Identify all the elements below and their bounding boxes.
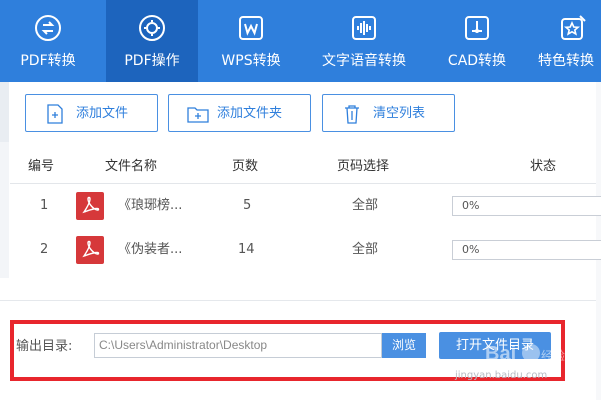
nav-item-pdf-operation[interactable]: PDF操作 [106, 0, 198, 82]
nav-item-special-convert[interactable]: 特色转换 [530, 0, 601, 82]
nav-label-pdf-convert: PDF转换 [20, 53, 76, 69]
nav-label-pdf-operation: PDF操作 [124, 53, 180, 69]
browse-button[interactable]: 浏览 [382, 333, 426, 358]
row-file-name: 《伪装者... [118, 242, 183, 257]
file-table-header: 编号 文件名称 页数 页码选择 状态 [10, 152, 596, 184]
row-index: 1 [40, 198, 49, 213]
pdf-convert-icon [33, 13, 63, 43]
add-folder-icon [187, 104, 209, 124]
nav-item-text-voice[interactable]: 文字语音转换 [305, 0, 423, 82]
row-file-name: 《琅琊榜... [118, 198, 183, 213]
open-folder-button[interactable]: 打开文件目录 [439, 332, 551, 359]
pdf-file-icon [76, 192, 104, 220]
add-folder-label: 添加文件夹 [217, 106, 283, 121]
nav-label-wps-convert: WPS转换 [221, 53, 281, 69]
row-pages: 14 [238, 242, 255, 257]
output-dir-input[interactable]: C:\Users\Administrator\Desktop [94, 333, 382, 358]
add-file-icon [46, 104, 64, 124]
table-row[interactable]: 1 《琅琊榜... 5 全部 0% [10, 184, 601, 228]
row-pages: 5 [243, 198, 252, 213]
col-header-name: 文件名称 [105, 159, 158, 174]
cad-icon [462, 13, 492, 43]
section-divider [0, 300, 596, 301]
row-progress-bar: 0% [452, 240, 601, 260]
top-nav-bar: PDF转换 PDF操作 WPS转换 文字语音转换 CAD转换 特色转换 [0, 0, 601, 82]
add-file-button[interactable]: 添加文件 [25, 94, 158, 132]
row-page-select[interactable]: 全部 [352, 197, 378, 215]
left-panel-edge-shade [0, 82, 9, 142]
row-progress-bar: 0% [452, 196, 601, 216]
clear-list-button[interactable]: 清空列表 [322, 94, 455, 132]
trash-icon [343, 104, 361, 124]
nav-item-cad-convert[interactable]: CAD转换 [432, 0, 522, 82]
pdf-file-icon [76, 236, 104, 264]
row-index: 2 [40, 242, 49, 257]
col-header-page-select: 页码选择 [337, 159, 390, 174]
col-header-index: 编号 [28, 159, 55, 174]
nav-label-special-convert: 特色转换 [538, 53, 594, 69]
clear-list-label: 清空列表 [373, 106, 426, 121]
add-file-label: 添加文件 [76, 106, 129, 121]
row-page-select[interactable]: 全部 [352, 241, 378, 259]
nav-item-pdf-convert[interactable]: PDF转换 [0, 0, 96, 82]
nav-item-wps-convert[interactable]: WPS转换 [205, 0, 297, 82]
pdf-operation-icon [137, 13, 167, 43]
wps-icon [236, 13, 266, 43]
add-folder-button[interactable]: 添加文件夹 [168, 94, 311, 132]
app-window: PDF转换 PDF操作 WPS转换 文字语音转换 CAD转换 特色转换 添加文件… [0, 0, 601, 400]
star-doc-icon [558, 13, 588, 43]
nav-label-text-voice: 文字语音转换 [322, 53, 406, 69]
nav-label-cad-convert: CAD转换 [447, 53, 507, 69]
voice-wave-icon [349, 13, 379, 43]
table-row[interactable]: 2 《伪装者... 14 全部 0% [10, 228, 601, 272]
col-header-pages: 页数 [232, 159, 259, 174]
col-header-status: 状态 [530, 159, 557, 174]
output-dir-label: 输出目录: [16, 339, 73, 354]
